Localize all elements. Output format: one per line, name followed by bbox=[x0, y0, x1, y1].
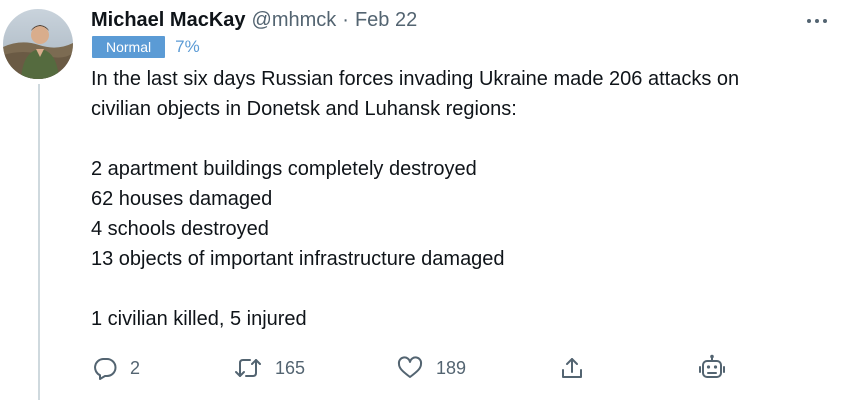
robot-icon bbox=[697, 353, 727, 383]
badge-row: Normal 7% bbox=[92, 36, 200, 58]
status-badge: Normal bbox=[92, 36, 166, 58]
tweet-text-line: In the last six days Russian forces inva… bbox=[91, 68, 740, 90]
tweet-date[interactable]: Feb 22 bbox=[355, 9, 417, 32]
author-name[interactable]: Michael MacKay bbox=[91, 9, 246, 32]
heart-icon bbox=[396, 356, 424, 380]
tweet-text-line: 1 civilian killed, 5 injured bbox=[91, 308, 307, 330]
tweet-text-line: 2 apartment buildings completely destroy… bbox=[91, 158, 477, 180]
avatar[interactable] bbox=[3, 9, 73, 79]
separator-dot: · bbox=[342, 8, 349, 31]
action-bar: 2 165 189 bbox=[0, 350, 852, 386]
badge-percent: 7% bbox=[175, 37, 200, 56]
retweet-icon bbox=[233, 356, 263, 380]
tweet-text-line: 62 houses damaged bbox=[91, 188, 273, 210]
reply-button[interactable]: 2 bbox=[92, 350, 140, 386]
like-count: 189 bbox=[436, 357, 467, 378]
tweet[interactable]: Michael MacKay @mhmck · Feb 22 Normal 7%… bbox=[0, 0, 852, 400]
share-icon bbox=[559, 355, 585, 381]
bot-button[interactable] bbox=[697, 350, 727, 386]
tweet-text: In the last six days Russian forces inva… bbox=[91, 64, 836, 334]
tweet-text-line: 4 schools destroyed bbox=[91, 218, 269, 240]
tweet-header: Michael MacKay @mhmck · Feb 22 bbox=[91, 8, 417, 32]
tweet-text-line: civilian objects in Donetsk and Luhansk … bbox=[91, 98, 517, 120]
share-button[interactable] bbox=[559, 350, 585, 386]
reply-icon bbox=[92, 356, 118, 380]
reply-count: 2 bbox=[130, 357, 141, 378]
retweet-count: 165 bbox=[275, 357, 306, 378]
author-handle[interactable]: @mhmck bbox=[252, 9, 337, 32]
like-button[interactable]: 189 bbox=[396, 350, 466, 386]
retweet-button[interactable]: 165 bbox=[233, 350, 305, 386]
tweet-text-line: 13 objects of important infrastructure d… bbox=[91, 248, 505, 270]
more-icon bbox=[805, 11, 829, 29]
more-button[interactable] bbox=[804, 8, 830, 32]
